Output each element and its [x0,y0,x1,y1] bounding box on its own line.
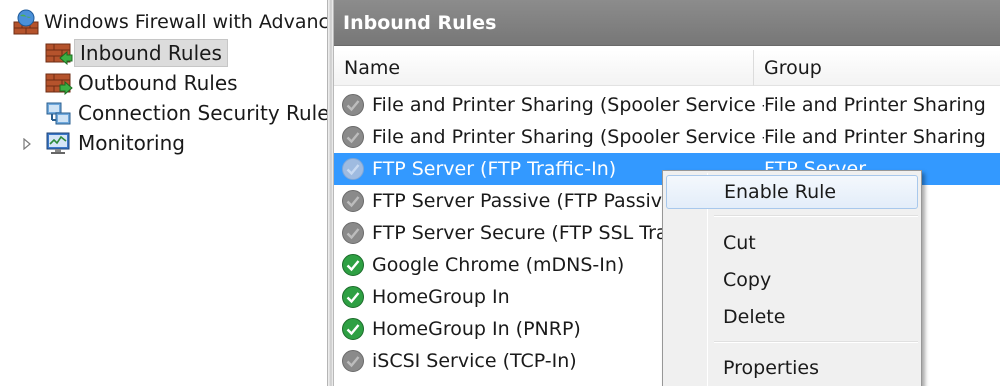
menu-separator [714,341,918,343]
inbound-rules-icon [45,43,73,66]
rule-group: File and Printer Sharing [764,126,986,148]
tree-item-label: Outbound Rules [78,71,238,95]
menu-item-enable-rule[interactable]: Enable Rule [666,175,918,209]
rule-disabled-icon [342,350,364,372]
outbound-rules-icon [45,73,73,96]
rule-disabled-icon [342,94,364,116]
menu-separator [714,215,918,217]
menu-item-copy[interactable]: Copy [666,263,918,297]
menu-item-properties[interactable]: Properties [666,351,918,385]
menu-item-delete[interactable]: Delete [666,300,918,334]
rule-row[interactable]: File and Printer Sharing (Spooler Servic… [334,121,1000,153]
tree-item-label: Monitoring [78,131,185,155]
tree-item-label: Connection Security Rules [78,101,327,125]
rule-row[interactable]: File and Printer Sharing (Spooler Servic… [334,89,1000,121]
rule-name: File and Printer Sharing (Spooler Servic… [372,126,764,148]
firewall-globe-icon [13,9,39,35]
tree-item-monitoring[interactable]: Monitoring [44,128,189,158]
navigation-tree: Windows Firewall with Advance Inbound Ru… [0,0,327,386]
pane-title: Inbound Rules [334,0,1000,46]
expand-arrow-icon[interactable] [22,138,32,150]
rule-disabled-icon [342,126,364,148]
column-header-group[interactable]: Group [754,50,1000,86]
tree-item-inbound-rules[interactable]: Inbound Rules [44,38,228,68]
rule-enabled-icon [342,286,364,308]
tree-item-outbound-rules[interactable]: Outbound Rules [44,68,242,98]
tree-item-connection-security[interactable]: Connection Security Rules [44,98,327,128]
context-menu: Enable Rule Cut Copy Delete Properties [662,170,922,386]
menu-item-cut[interactable]: Cut [666,226,918,260]
tree-root-firewall[interactable]: Windows Firewall with Advance [12,7,327,37]
rule-enabled-icon [342,318,364,340]
tree-root-label: Windows Firewall with Advance [44,11,327,33]
connection-security-icon [46,102,71,125]
monitoring-icon [46,132,70,154]
rule-enabled-icon [342,254,364,276]
column-header-name[interactable]: Name [334,50,754,86]
tree-item-label: Inbound Rules [74,39,228,67]
rule-disabled-icon [342,158,364,180]
rule-disabled-icon [342,190,364,212]
rule-name: File and Printer Sharing (Spooler Servic… [372,94,764,116]
rule-disabled-icon [342,222,364,244]
rule-group: File and Printer Sharing [764,94,986,116]
pane-splitter[interactable] [327,0,334,386]
